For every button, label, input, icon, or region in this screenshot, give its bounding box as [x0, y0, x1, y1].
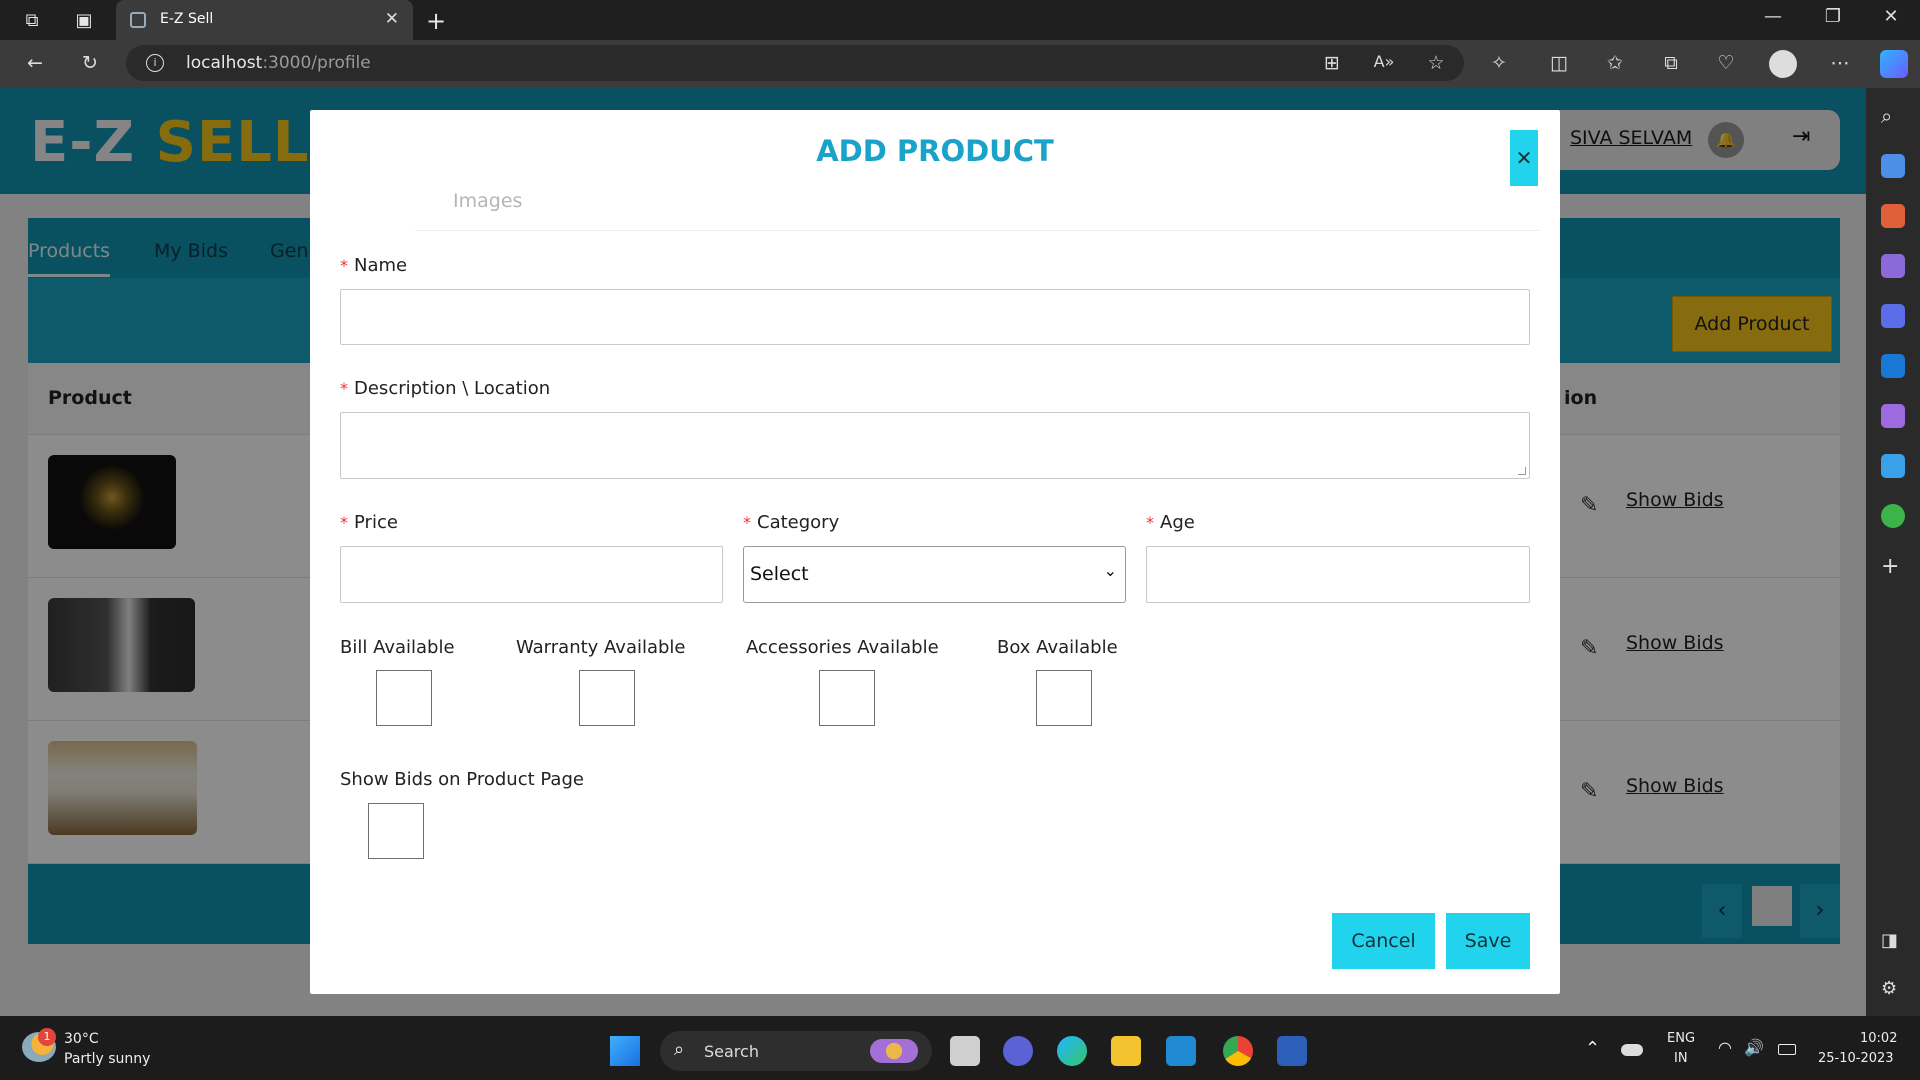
tab-favicon-icon: [130, 12, 146, 28]
search-icon: ⌕: [674, 1039, 685, 1060]
battery-icon[interactable]: [1778, 1044, 1796, 1055]
split-screen-icon[interactable]: ◫: [1545, 52, 1573, 74]
weather-desc[interactable]: Partly sunny: [64, 1051, 150, 1067]
sidebar-tools-icon[interactable]: [1881, 204, 1905, 228]
add-product-modal: ADD PRODUCT ✕ Images * Name * Description …: [310, 110, 1560, 994]
sidebar-shopping-icon[interactable]: [1881, 154, 1905, 178]
sidebar-hide-icon[interactable]: ◨: [1881, 930, 1905, 954]
windows-start-icon[interactable]: [610, 1036, 640, 1066]
bill-available-checkbox[interactable]: [376, 670, 432, 726]
task-view-icon[interactable]: [950, 1036, 980, 1066]
more-options-icon[interactable]: ⋯: [1826, 52, 1854, 74]
tab-actions-icon[interactable]: ▣: [71, 8, 97, 34]
sidebar-send-icon[interactable]: [1881, 454, 1905, 478]
read-aloud-icon[interactable]: A»: [1370, 52, 1398, 71]
sidebar-designer-icon[interactable]: [1881, 404, 1905, 428]
browser-titlebar: ⧉ ▣ E-Z Sell ✕ + — ❐ ✕: [0, 0, 1920, 40]
name-label: * Name: [340, 255, 408, 276]
warranty-available-checkbox[interactable]: [579, 670, 635, 726]
teams-chat-icon[interactable]: [1003, 1036, 1033, 1066]
box-available-checkbox[interactable]: [1036, 670, 1092, 726]
sidebar-add-icon[interactable]: +: [1881, 554, 1905, 579]
restore-icon[interactable]: ❐: [1810, 6, 1856, 27]
region-indicator[interactable]: IN: [1674, 1051, 1688, 1066]
browser-tab[interactable]: E-Z Sell ✕: [116, 0, 413, 40]
back-icon[interactable]: ←: [21, 52, 49, 74]
url-text[interactable]: localhost:3000/profile: [186, 53, 371, 73]
onedrive-icon[interactable]: [1621, 1044, 1643, 1056]
category-select[interactable]: Select ⌄: [743, 546, 1126, 603]
word-icon[interactable]: [1277, 1036, 1307, 1066]
resize-handle-icon[interactable]: [1518, 467, 1526, 475]
tab-close-icon[interactable]: ✕: [385, 9, 399, 29]
description-label: * Description \ Location: [340, 378, 551, 399]
chevron-down-icon: ⌄: [1103, 561, 1117, 580]
tab-title: E-Z Sell: [160, 11, 214, 27]
warranty-available-label: Warranty Available: [516, 637, 686, 658]
cancel-button[interactable]: Cancel: [1332, 913, 1435, 969]
name-input[interactable]: [340, 289, 1530, 345]
browser-navbar: ← ↻ i localhost:3000/profile ⊞ A» ☆ ✧ ◫ …: [0, 40, 1920, 88]
browser-essentials-icon[interactable]: ♡: [1712, 52, 1740, 74]
weather-badge: 1: [38, 1028, 56, 1046]
tab-images[interactable]: Images: [453, 190, 522, 212]
extensions-icon[interactable]: ✧: [1485, 52, 1513, 74]
file-explorer-icon[interactable]: [1111, 1036, 1141, 1066]
taskbar-search[interactable]: ⌕ Search: [660, 1031, 932, 1071]
box-available-label: Box Available: [997, 637, 1118, 658]
refresh-icon[interactable]: ↻: [76, 52, 104, 74]
show-bids-label: Show Bids on Product Page: [340, 769, 584, 790]
price-input[interactable]: [340, 546, 723, 603]
site-info-icon[interactable]: i: [146, 54, 164, 72]
search-label: Search: [704, 1042, 759, 1061]
tabs-divider: [415, 230, 1540, 231]
workspaces-icon[interactable]: ⧉: [19, 8, 45, 34]
modal-title: ADD PRODUCT: [816, 134, 1054, 168]
age-label: * Age: [1146, 512, 1195, 533]
favorites-icon[interactable]: ✩: [1601, 52, 1629, 74]
modal-close-icon[interactable]: ✕: [1510, 130, 1538, 186]
bill-available-label: Bill Available: [340, 637, 455, 658]
sidebar-settings-icon[interactable]: ⚙: [1881, 978, 1905, 1002]
app-available-icon[interactable]: ⊞: [1318, 52, 1346, 74]
age-input[interactable]: [1146, 546, 1530, 603]
price-label: * Price: [340, 512, 398, 533]
edge-taskbar-icon[interactable]: [1057, 1036, 1087, 1066]
weather-temp[interactable]: 30°C: [64, 1031, 99, 1047]
show-bids-checkbox[interactable]: [368, 803, 424, 859]
sidebar-outlook-icon[interactable]: [1881, 354, 1905, 378]
vscode-icon[interactable]: [1166, 1036, 1196, 1066]
new-tab-icon[interactable]: +: [423, 8, 449, 34]
category-label: * Category: [743, 512, 840, 533]
volume-icon[interactable]: 🔊: [1744, 1038, 1764, 1057]
sidebar-games-icon[interactable]: [1881, 254, 1905, 278]
clock-date[interactable]: 25-10-2023: [1818, 1051, 1894, 1066]
chevron-up-icon[interactable]: ⌃: [1585, 1038, 1600, 1059]
description-textarea[interactable]: [340, 412, 1530, 479]
address-bar[interactable]: i localhost:3000/profile ⊞ A» ☆: [126, 45, 1464, 81]
accessories-available-checkbox[interactable]: [819, 670, 875, 726]
sidebar-tree-icon[interactable]: [1881, 504, 1905, 528]
collections-icon[interactable]: ⧉: [1657, 52, 1685, 74]
favorite-star-icon[interactable]: ☆: [1422, 52, 1450, 74]
clock-time[interactable]: 10:02: [1860, 1031, 1897, 1046]
search-highlight-icon: [870, 1039, 918, 1063]
sidebar-copilot-icon[interactable]: [1881, 304, 1905, 328]
language-indicator[interactable]: ENG: [1667, 1031, 1695, 1046]
window-close-icon[interactable]: ✕: [1868, 6, 1914, 27]
chrome-icon[interactable]: [1223, 1036, 1253, 1066]
browser-sidebar: ⌕ + ◨ ⚙: [1866, 88, 1920, 1016]
accessories-available-label: Accessories Available: [746, 637, 939, 658]
minimize-icon[interactable]: —: [1750, 6, 1796, 27]
save-button[interactable]: Save: [1446, 913, 1530, 969]
sidebar-search-icon[interactable]: ⌕: [1881, 104, 1905, 128]
wifi-icon[interactable]: ◠: [1718, 1038, 1732, 1057]
profile-avatar-icon[interactable]: [1769, 50, 1797, 78]
copilot-icon[interactable]: [1880, 50, 1908, 78]
